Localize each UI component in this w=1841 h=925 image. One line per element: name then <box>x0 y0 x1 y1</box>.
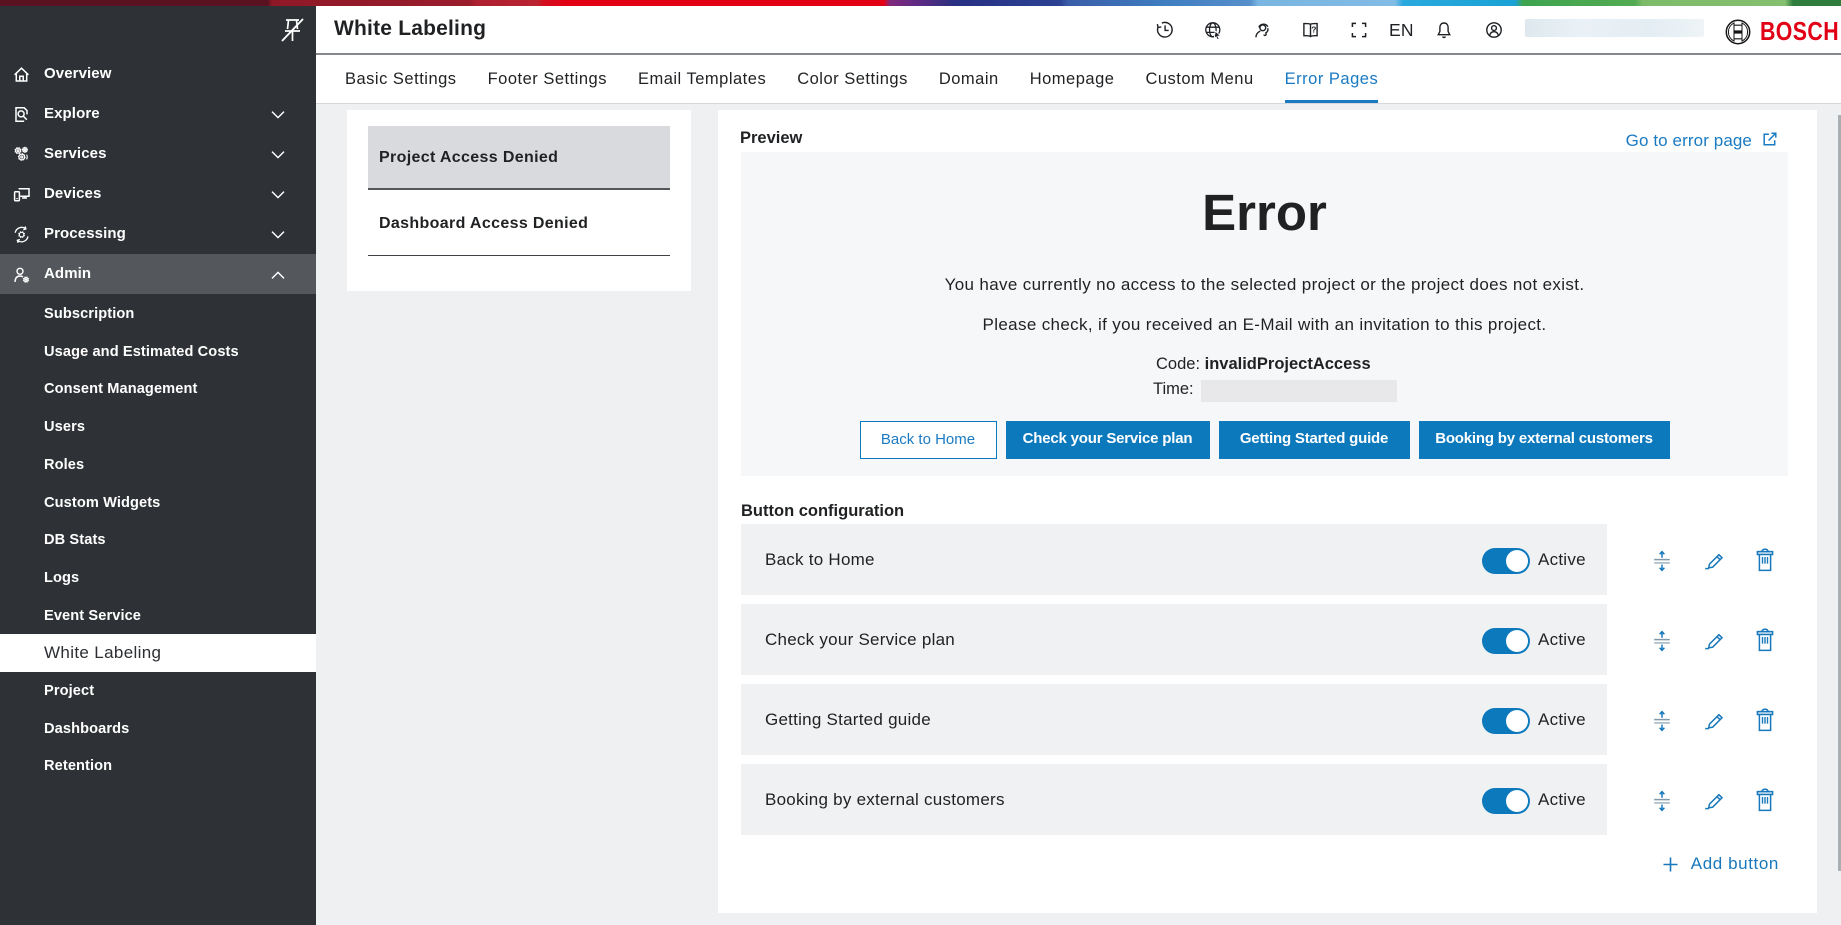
svg-text:?: ? <box>1311 25 1316 35</box>
